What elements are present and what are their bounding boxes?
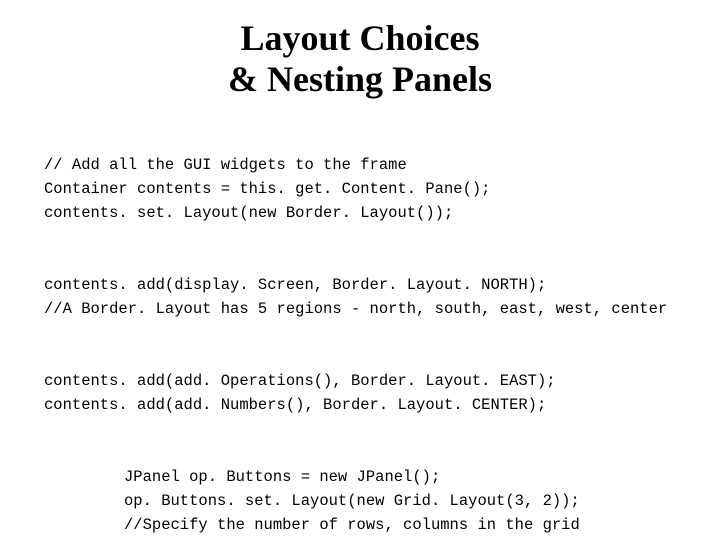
code-line: contents. add(add. Numbers(), Border. La… — [44, 396, 546, 414]
title-line-1: Layout Choices — [240, 18, 479, 58]
code-block-2: contents. add(display. Screen, Border. L… — [44, 249, 676, 321]
code-line: //A Border. Layout has 5 regions - north… — [44, 300, 667, 318]
code-line: // Add all the GUI widgets to the frame — [44, 156, 407, 174]
slide: Layout Choices & Nesting Panels // Add a… — [0, 0, 720, 540]
code-line: //Specify the number of rows, columns in… — [124, 516, 580, 534]
code-line: Container contents = this. get. Content.… — [44, 180, 490, 198]
code-block-3: contents. add(add. Operations(), Border.… — [44, 345, 676, 417]
code-line: contents. set. Layout(new Border. Layout… — [44, 204, 453, 222]
code-line: contents. add(display. Screen, Border. L… — [44, 276, 546, 294]
slide-title: Layout Choices & Nesting Panels — [44, 18, 676, 101]
code-line: contents. add(add. Operations(), Border.… — [44, 372, 556, 390]
title-line-2: & Nesting Panels — [228, 59, 492, 99]
code-line: op. Buttons. set. Layout(new Grid. Layou… — [124, 492, 580, 510]
code-block-1: // Add all the GUI widgets to the frame … — [44, 129, 676, 225]
code-block-4: JPanel op. Buttons = new JPanel(); op. B… — [124, 441, 676, 537]
code-line: JPanel op. Buttons = new JPanel(); — [124, 468, 440, 486]
